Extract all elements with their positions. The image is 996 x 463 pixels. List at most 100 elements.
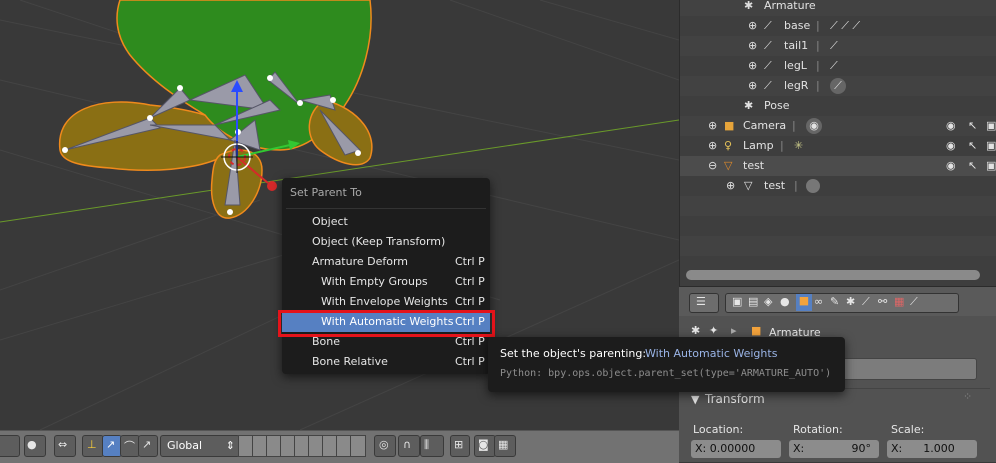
outliner-row-label: Lamp: [743, 139, 774, 152]
eye-icon[interactable]: ◉: [946, 156, 956, 176]
bone-tab-icon[interactable]: ⟋: [862, 295, 870, 309]
outliner-row-label: test: [743, 159, 765, 172]
render-camera-icon[interactable]: ▣: [986, 136, 996, 156]
physics-tab-icon[interactable]: ⟋: [910, 295, 918, 309]
expand-plus-icon[interactable]: ⊕: [726, 176, 735, 196]
material-sphere-icon: [806, 179, 820, 193]
bone-icon: ⟋: [764, 39, 772, 52]
bone-constraints-tab-icon[interactable]: ⚯: [878, 295, 887, 308]
rotation-x-field[interactable]: X: 90°: [789, 440, 879, 458]
proportional-circle-icon: ◎: [379, 438, 389, 451]
texture-tab-icon[interactable]: ▦: [894, 295, 904, 308]
outliner-row[interactable]: ⊕ ♀ Lamp | ✳ ◉ ↖ ▣: [680, 136, 996, 156]
menu-item-object-keep-transform[interactable]: Object (Keep Transform): [282, 232, 490, 252]
cursor-select-icon[interactable]: ↖: [968, 136, 977, 156]
render-layers-tab-icon[interactable]: ▤: [748, 295, 758, 308]
object-cube-icon: ■: [751, 324, 762, 337]
pivot-point-button[interactable]: ⇔: [54, 435, 76, 457]
render-camera-icon[interactable]: ▣: [986, 156, 996, 176]
armature-data-tab-icon[interactable]: ✱: [846, 295, 855, 308]
menu-item-armature-deform[interactable]: Armature Deform Ctrl P: [282, 252, 490, 272]
outliner-row-label: Armature: [764, 0, 816, 12]
modifiers-tab-icon[interactable]: ✎: [830, 295, 839, 308]
translate-manipulator[interactable]: ↗: [102, 435, 122, 457]
location-x-field[interactable]: X: 0.00000: [691, 440, 781, 458]
snap-element-select[interactable]: ⫼: [420, 435, 444, 457]
cursor-select-icon[interactable]: ↖: [968, 116, 977, 136]
object-tab-icon[interactable]: ■: [796, 294, 812, 311]
axes-icon: ⊥: [87, 438, 97, 451]
snap-toggle[interactable]: ∩: [398, 435, 420, 457]
scale-x-field[interactable]: X: 1.000: [887, 440, 977, 458]
manipulator-toggle[interactable]: ⊥: [82, 435, 104, 457]
bone-icon: ⟋: [830, 59, 838, 72]
pin-icon[interactable]: ✱: [691, 324, 700, 337]
expand-plus-icon[interactable]: ⊕: [748, 76, 757, 96]
snap-target-button[interactable]: ⊞: [450, 435, 470, 457]
proportional-edit-button[interactable]: ◎: [374, 435, 396, 457]
menu-item-object[interactable]: Object: [282, 212, 490, 232]
mesh-object-icon: ▽: [724, 159, 733, 172]
location-x-value: X: 0.00000: [695, 442, 756, 455]
panel-drag-handle-icon[interactable]: ⁘: [963, 390, 972, 403]
expand-plus-icon[interactable]: ⊕: [748, 56, 757, 76]
cursor-select-icon[interactable]: ↖: [968, 156, 977, 176]
menu-item-label: Object (Keep Transform): [312, 235, 446, 248]
set-parent-menu: Set Parent To Object Object (Keep Transf…: [282, 178, 490, 374]
rotation-x-label: X:: [793, 442, 805, 455]
panel-collapse-triangle-icon[interactable]: ▼: [691, 393, 699, 406]
constraints-tab-icon[interactable]: ∞: [814, 295, 823, 308]
viewport-shading-button[interactable]: ●: [24, 435, 46, 457]
menu-title: Set Parent To: [290, 186, 362, 199]
outliner-row[interactable]: ✱ Armature: [680, 0, 996, 16]
expand-plus-icon[interactable]: ⊕: [708, 136, 717, 156]
outliner-horizontal-scrollbar[interactable]: [686, 270, 980, 280]
outliner-row[interactable]: ✱ Pose: [680, 96, 996, 116]
rotate-manipulator[interactable]: ⌒: [120, 435, 140, 457]
pose-icon: ✱: [744, 99, 754, 112]
layer-button-9[interactable]: [350, 435, 366, 457]
menu-item-label: With Empty Groups: [321, 275, 428, 288]
outliner-row[interactable]: ⊕ ■ Camera | ◉ ◉ ↖ ▣: [680, 116, 996, 136]
outliner-row-label: test: [764, 179, 786, 192]
outliner-row[interactable]: ⊕ ⟋ legR | ⟋: [680, 76, 996, 96]
scene-tab-icon[interactable]: ◈: [764, 295, 772, 308]
menu-item-with-envelope-weights[interactable]: With Envelope Weights Ctrl P: [282, 292, 490, 312]
orientation-value: Global: [167, 439, 203, 452]
editor-type-button[interactable]: ☰: [689, 293, 719, 313]
collapse-minus-icon[interactable]: ⊖: [708, 156, 717, 176]
editor-type-button[interactable]: [0, 435, 20, 457]
properties-header: ☰ ▣ ▤ ◈ ● ■ ∞ ✎ ✱ ⟋ ⚯ ▦ ⟋: [679, 286, 996, 317]
menu-item-with-empty-groups[interactable]: With Empty Groups Ctrl P: [282, 272, 490, 292]
render-animation-button[interactable]: ▦: [494, 435, 516, 457]
scale-manipulator[interactable]: ↗: [138, 435, 158, 457]
render-tab-icon[interactable]: ▣: [732, 295, 742, 308]
lamp-icon: ♀: [724, 139, 733, 152]
breadcrumb-armature-icon: ✦: [709, 324, 719, 337]
outliner-row[interactable]: ⊕ ⟋ tail1 | ⟋: [680, 36, 996, 56]
outliner-row[interactable]: ⊕ ⟋ legL | ⟋: [680, 56, 996, 76]
transform-panel-title[interactable]: Transform: [705, 392, 765, 406]
outliner-empty-row: [680, 196, 996, 216]
transform-orientation-select[interactable]: Global ⇕: [160, 435, 240, 457]
outliner-row[interactable]: ⊖ ▽ test ◉ ↖ ▣: [680, 156, 996, 176]
operator-tooltip: Set the object's parenting: With Automat…: [488, 337, 845, 392]
expand-plus-icon[interactable]: ⊕: [748, 16, 757, 36]
eye-icon[interactable]: ◉: [946, 116, 956, 136]
outliner-row[interactable]: ⊕ ▽ test |: [680, 176, 996, 196]
expand-plus-icon[interactable]: ⊕: [748, 36, 757, 56]
world-tab-icon[interactable]: ●: [780, 295, 790, 308]
location-label: Location:: [693, 423, 744, 436]
rotation-label: Rotation:: [793, 423, 843, 436]
outliner-row[interactable]: ⊕ ⟋ base | ⟋ ⟋ ⟋: [680, 16, 996, 36]
render-camera-icon[interactable]: ▣: [986, 116, 996, 136]
expand-plus-icon[interactable]: ⊕: [708, 116, 717, 136]
bone-icon: ⟋: [830, 78, 846, 94]
rotation-x-value: 90°: [851, 442, 872, 455]
menu-item-bone-relative[interactable]: Bone Relative Ctrl P: [282, 352, 490, 372]
highlight-annotation-box: [278, 310, 495, 337]
menu-item-shortcut: Ctrl P: [455, 255, 485, 268]
eye-icon[interactable]: ◉: [946, 136, 956, 156]
snap-target-icon: ⊞: [454, 438, 464, 451]
render-still-button[interactable]: ◙: [474, 435, 496, 457]
